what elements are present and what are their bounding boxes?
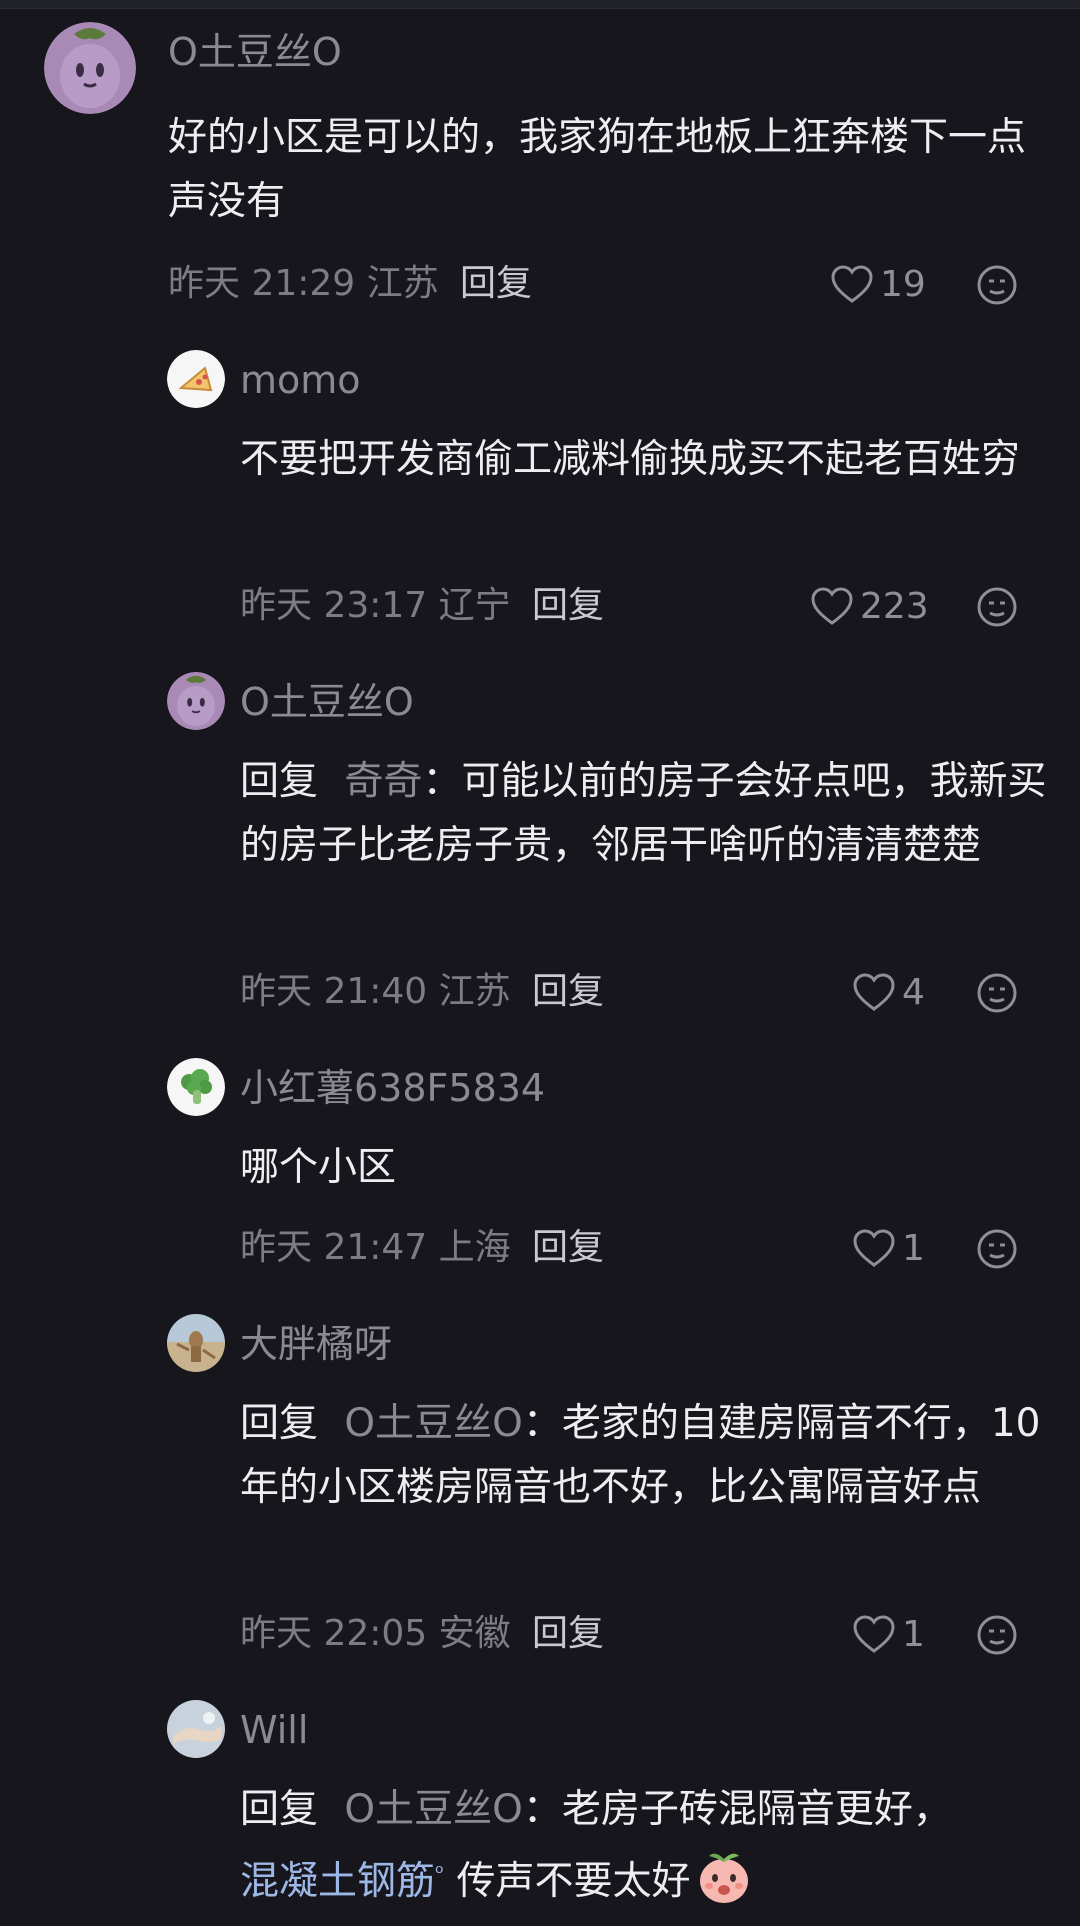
heart-icon bbox=[811, 587, 853, 625]
heart-icon bbox=[831, 265, 873, 303]
top-divider bbox=[0, 0, 1080, 9]
like-count: 1 bbox=[902, 1227, 925, 1269]
like-button[interactable]: 4 bbox=[852, 970, 925, 1014]
emoji-reaction-icon[interactable] bbox=[976, 586, 1018, 628]
reply-username[interactable]: O土豆丝O bbox=[240, 680, 414, 724]
reply-button[interactable]: 回复 bbox=[532, 584, 604, 628]
reply-button[interactable]: 回复 bbox=[532, 970, 604, 1014]
like-count: 19 bbox=[880, 263, 926, 305]
reply-text: 不要把开发商偷工减料偷换成买不起老百姓穷 bbox=[240, 437, 1021, 482]
reply-prefix: 回复 bbox=[240, 759, 319, 804]
reply-text: 回复 O土豆丝O：老房子砖混隔音更好， 混凝土钢筋ᵒ 传声不要太好 bbox=[240, 1778, 1050, 1914]
heart-icon bbox=[853, 973, 895, 1011]
mention-link[interactable]: 奇奇 bbox=[344, 759, 422, 804]
emoji-reaction-icon[interactable] bbox=[976, 264, 1018, 306]
like-count: 223 bbox=[860, 585, 929, 627]
eggplant-avatar-icon[interactable] bbox=[44, 22, 136, 114]
reply-content: ：老房子砖混隔音更好， bbox=[522, 1787, 952, 1832]
beach-photo-avatar-icon[interactable] bbox=[167, 1314, 225, 1372]
reply-meta: 昨天 21:40 江苏 bbox=[240, 971, 511, 1012]
reply-meta: 昨天 21:47 上海 bbox=[240, 1227, 511, 1268]
reply-text: 回复 O土豆丝O：老家的自建房隔音不行，10年的小区楼房隔音也不好，比公寓隔音好… bbox=[240, 1392, 1050, 1520]
reply-button[interactable]: 回复 bbox=[460, 262, 532, 306]
reply-text: 哪个小区 bbox=[240, 1145, 397, 1190]
reply-username[interactable]: 大胖橘呀 bbox=[240, 1322, 392, 1366]
emoji-reaction-icon[interactable] bbox=[976, 972, 1018, 1014]
like-button[interactable]: 1 bbox=[852, 1226, 925, 1270]
reply-button[interactable]: 回复 bbox=[532, 1612, 604, 1656]
reply-text: 回复 奇奇：可能以前的房子会好点吧，我新买的房子比老房子贵，邻居干啥听的清清楚楚 bbox=[240, 750, 1050, 878]
like-count: 1 bbox=[902, 1613, 925, 1655]
eggplant-avatar-icon[interactable] bbox=[167, 672, 225, 730]
comment-meta: 昨天 21:29 江苏 bbox=[168, 263, 439, 304]
reply-prefix: 回复 bbox=[240, 1401, 319, 1446]
peach-face-emoji-icon bbox=[695, 1848, 753, 1906]
comment-text: 好的小区是可以的，我家狗在地板上狂奔楼下一点声没有 bbox=[168, 115, 1027, 224]
like-button[interactable]: 223 bbox=[810, 584, 929, 628]
pizza-avatar-icon[interactable] bbox=[167, 350, 225, 408]
mention-link[interactable]: O土豆丝O bbox=[344, 1401, 522, 1446]
keyword-search-link[interactable]: 混凝土钢筋 bbox=[240, 1859, 435, 1904]
heart-icon bbox=[853, 1229, 895, 1267]
emoji-reaction-icon[interactable] bbox=[976, 1228, 1018, 1270]
emoji-reaction-icon[interactable] bbox=[976, 1614, 1018, 1656]
search-icon[interactable]: ᵒ bbox=[435, 1861, 444, 1886]
reply-username[interactable]: 小红薯638F5834 bbox=[240, 1066, 545, 1110]
reply-content-continued: 传声不要太好 bbox=[456, 1859, 691, 1904]
reply-username[interactable]: Wi‍ll bbox=[240, 1708, 308, 1752]
reply-button[interactable]: 回复 bbox=[532, 1226, 604, 1270]
reply-prefix: 回复 bbox=[240, 1787, 319, 1832]
reply-meta: 昨天 23:17 辽宁 bbox=[240, 585, 511, 626]
mention-link[interactable]: O土豆丝O bbox=[344, 1787, 522, 1832]
like-button[interactable]: 1 bbox=[852, 1612, 925, 1656]
heart-icon bbox=[853, 1615, 895, 1653]
sky-photo-avatar-icon[interactable] bbox=[167, 1700, 225, 1758]
broccoli-avatar-icon[interactable] bbox=[167, 1058, 225, 1116]
comments-page: O土豆丝O 好的小区是可以的，我家狗在地板上狂奔楼下一点声没有 昨天 21:29… bbox=[0, 0, 1080, 1926]
reply-meta: 昨天 22:05 安徽 bbox=[240, 1613, 511, 1654]
like-button[interactable]: 19 bbox=[830, 262, 926, 306]
comment-username[interactable]: O土豆丝O bbox=[168, 30, 342, 74]
reply-username[interactable]: momo bbox=[240, 358, 361, 402]
like-count: 4 bbox=[902, 971, 925, 1013]
